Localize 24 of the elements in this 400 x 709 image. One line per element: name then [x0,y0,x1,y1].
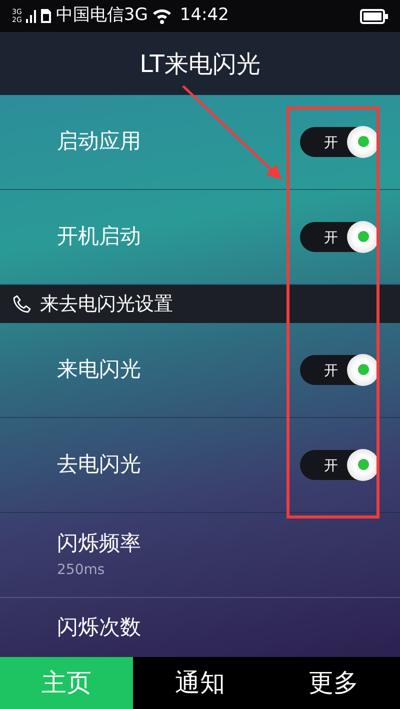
tab[interactable]: 更多 [266,657,400,709]
setting-label: 闪烁频率 [57,530,142,558]
toggle-switch[interactable]: 开 [300,450,378,480]
setting-label: 来电闪光 [57,356,141,383]
toggle-switch[interactable]: 开 [300,222,378,252]
toggle-switch[interactable]: 开 [300,354,378,385]
wifi-icon [152,8,172,24]
section-header: 来去电闪光设置 [40,292,173,317]
setting-label: 闪烁次数 [57,614,142,641]
battery-icon [360,8,388,24]
setting-label: 开机启动 [57,223,141,250]
phone-icon [12,294,32,314]
clock: 14:42 [180,4,229,28]
setting-value: 250ms [57,560,106,580]
setting-row[interactable]: 闪烁次数 [0,598,400,657]
sim-card-icon [40,8,52,24]
signal-icon [26,9,36,23]
setting-label: 去电闪光 [57,450,141,478]
setting-row[interactable]: 闪烁频率 250ms [0,512,400,598]
toggle-switch[interactable]: 开 [300,126,378,157]
carrier-name: 中国电信3G [56,4,148,28]
setting-label: 启动应用 [57,128,141,156]
tab[interactable]: 通知 [133,657,267,709]
screen-title: LT来电闪光 [140,48,260,80]
